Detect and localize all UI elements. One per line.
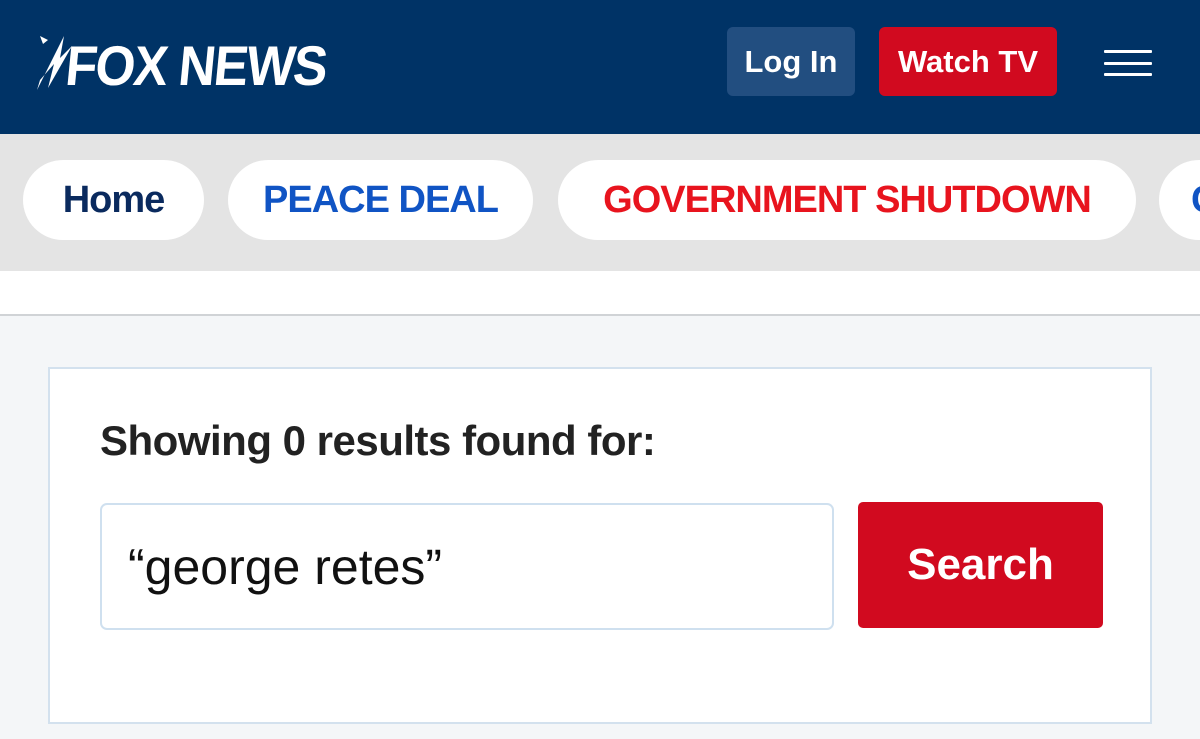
menu-line: [1104, 73, 1152, 76]
fox-news-logo[interactable]: FOX NEWS: [34, 30, 349, 100]
search-input[interactable]: [100, 503, 834, 630]
nav-pill-home[interactable]: Home: [23, 160, 204, 240]
logo-wordmark: FOX NEWS: [62, 33, 330, 97]
nav-pill-government-shutdown[interactable]: GOVERNMENT SHUTDOWN: [558, 160, 1136, 240]
trending-nav: Home PEACE DEAL GOVERNMENT SHUTDOWN C: [0, 134, 1200, 271]
hamburger-menu-icon[interactable]: [1100, 45, 1156, 81]
login-button[interactable]: Log In: [727, 27, 855, 96]
menu-line: [1104, 50, 1152, 53]
site-header: FOX NEWS Log In Watch TV: [0, 0, 1200, 134]
nav-pill-next[interactable]: C: [1159, 160, 1200, 240]
search-button[interactable]: Search: [858, 502, 1103, 628]
watch-tv-button[interactable]: Watch TV: [879, 27, 1057, 96]
nav-pill-peace-deal[interactable]: PEACE DEAL: [228, 160, 533, 240]
menu-line: [1104, 61, 1152, 65]
results-heading: Showing 0 results found for:: [100, 417, 656, 464]
search-results-card: Showing 0 results found for: Search: [48, 367, 1152, 724]
ad-strip: [0, 271, 1200, 316]
